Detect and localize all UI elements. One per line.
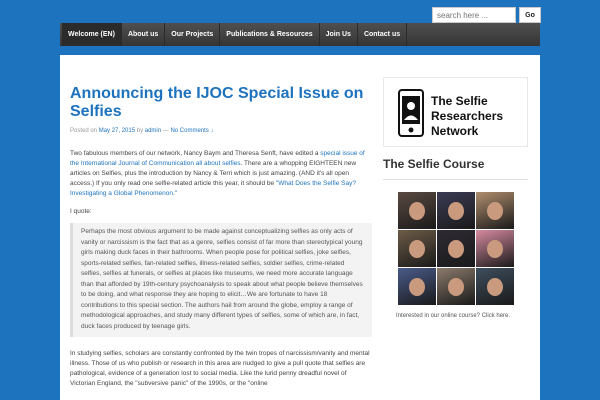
face-shape [448, 202, 464, 220]
divider [383, 179, 528, 180]
meta-separator: — [162, 128, 169, 134]
nav-item-contact[interactable]: Contact us [358, 23, 408, 46]
face-shape [487, 278, 503, 296]
nav-item-welcome[interactable]: Welcome (EN) [62, 23, 122, 46]
post-paragraph: In studying selfies, scholars are consta… [70, 350, 370, 387]
selfie-thumbnail[interactable] [437, 230, 475, 267]
post-date-link[interactable]: May 27, 2015 [99, 128, 135, 134]
post-meta: Posted on May 27, 2015 by admin — No Com… [70, 128, 375, 134]
face-shape [487, 202, 503, 220]
face-shape [409, 278, 425, 296]
search-bar: Go [432, 7, 541, 23]
nav-item-projects[interactable]: Our Projects [165, 23, 221, 46]
posted-on-label: Posted on [70, 128, 98, 134]
phone-selfie-icon [398, 89, 424, 137]
selfie-thumbnail[interactable] [398, 268, 436, 305]
post-intro: Two fabulous members of our network, Nan… [70, 149, 372, 199]
course-image-grid[interactable] [398, 192, 514, 305]
post: Announcing the IJOC Special Issue on Sel… [70, 85, 375, 389]
course-heading: The Selfie Course [383, 157, 485, 171]
sidebar: The Selfie Researchers Network The Selfi… [383, 77, 528, 321]
face-shape [448, 278, 464, 296]
nav-item-join[interactable]: Join Us [320, 23, 358, 46]
selfie-thumbnail[interactable] [398, 230, 436, 267]
comments-link[interactable]: No Comments ↓ [170, 128, 213, 134]
selfie-thumbnail[interactable] [398, 192, 436, 229]
nav-item-about[interactable]: About us [122, 23, 166, 46]
search-input[interactable] [432, 7, 516, 23]
face-shape [448, 240, 464, 258]
content-area: Announcing the IJOC Special Issue on Sel… [60, 55, 540, 400]
quote-label: I quote: [70, 208, 92, 215]
nav-item-publications[interactable]: Publications & Resources [220, 23, 320, 46]
selfie-thumbnail[interactable] [437, 192, 475, 229]
author-link[interactable]: admin [145, 128, 161, 134]
course-caption[interactable]: Interested in our online course? Click h… [383, 312, 523, 321]
by-label: by [136, 128, 144, 134]
main-nav: Welcome (EN) About us Our Projects Publi… [60, 23, 540, 46]
network-title: The Selfie Researchers Network [431, 94, 504, 138]
face-shape [409, 240, 425, 258]
face-shape [487, 240, 503, 258]
selfie-thumbnail[interactable] [476, 230, 514, 267]
intro-text-1: Two fabulous members of our network, Nan… [70, 150, 319, 157]
search-go-button[interactable]: Go [519, 7, 541, 23]
selfie-thumbnail[interactable] [437, 268, 475, 305]
selfie-thumbnail[interactable] [476, 192, 514, 229]
selfie-thumbnail[interactable] [476, 268, 514, 305]
post-title[interactable]: Announcing the IJOC Special Issue on Sel… [70, 85, 375, 121]
network-logo[interactable]: The Selfie Researchers Network [383, 77, 528, 147]
blockquote: Perhaps the most obvious argument to be … [70, 223, 372, 337]
face-shape [409, 202, 425, 220]
